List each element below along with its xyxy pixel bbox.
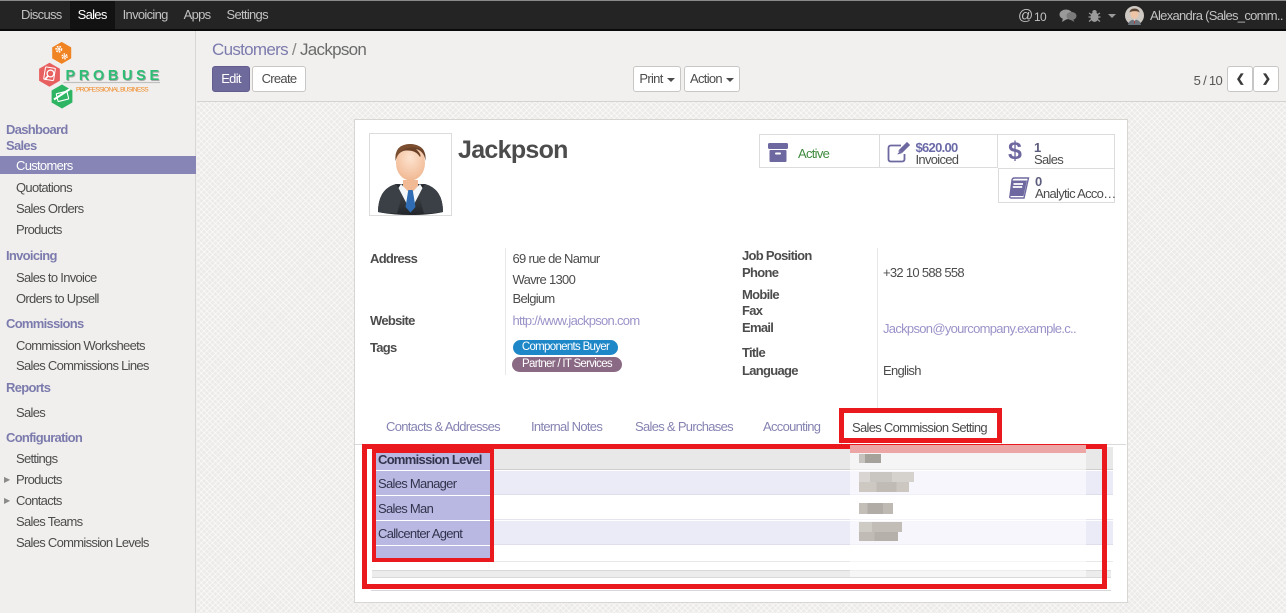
svg-text:PROFESSIONAL BUSINESS: PROFESSIONAL BUSINESS (76, 86, 149, 93)
